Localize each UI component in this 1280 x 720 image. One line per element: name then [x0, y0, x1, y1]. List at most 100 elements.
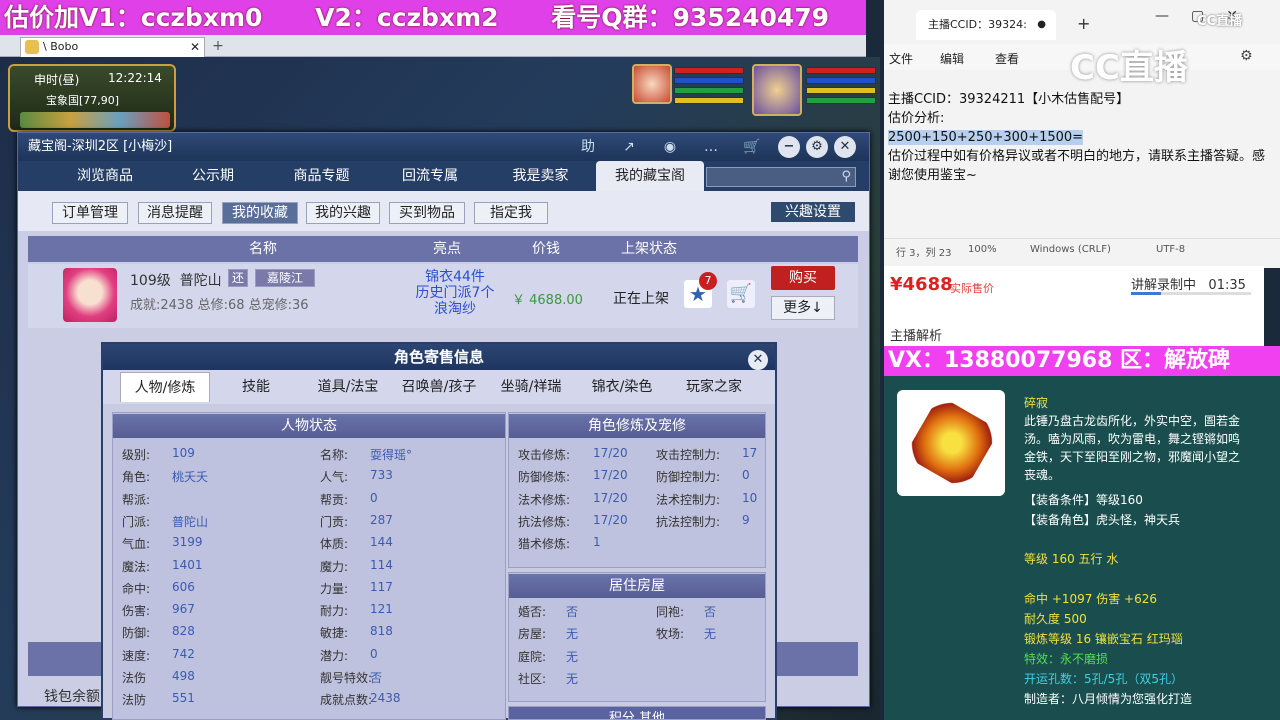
price: ￥ 4688.00: [512, 293, 583, 308]
stat-value: 3199: [172, 535, 203, 550]
stat-value: 109: [172, 446, 195, 460]
col-price: 价钱: [532, 241, 560, 257]
share-icon[interactable]: ↗: [617, 137, 641, 157]
stat-row: 法伤 498: [122, 669, 195, 686]
tab-return[interactable]: 回流专属: [384, 161, 476, 191]
stat-label: 攻击修炼:: [518, 448, 571, 462]
recording-progress: [1131, 292, 1251, 295]
player-portrait[interactable]: [752, 64, 802, 116]
stat-row: 体质: 144: [320, 535, 393, 552]
gear-icon[interactable]: ⚙: [1240, 48, 1253, 64]
close-icon[interactable]: ✕: [748, 350, 768, 370]
stat-row: 气血: 3199: [122, 535, 203, 552]
menu-file[interactable]: 文件: [889, 50, 913, 67]
minimize-icon[interactable]: −: [778, 136, 800, 158]
notepad-tab[interactable]: 主播CCID：39324: ●: [916, 10, 1056, 40]
tab-outfits[interactable]: 锦衣/染色: [580, 372, 664, 402]
stat-row: 防御: 828: [122, 624, 195, 641]
stat-row: 帮派:: [122, 491, 150, 508]
assigned-button[interactable]: 指定我: [474, 202, 548, 224]
close-icon[interactable]: ✕: [834, 136, 856, 158]
app-icon: [25, 40, 39, 54]
new-tab-button[interactable]: +: [1077, 14, 1090, 33]
tab-pets[interactable]: 召唤兽/孩子: [392, 372, 486, 402]
hud-shortcut-icons[interactable]: [20, 112, 170, 128]
help-icon[interactable]: 助: [576, 137, 600, 157]
cc-logo: CC直播: [1197, 14, 1243, 29]
highlights[interactable]: 锦衣44件 历史门派7个 浪淘纱: [400, 269, 510, 317]
purchased-button[interactable]: 买到物品: [389, 202, 465, 224]
analysis-label: 主播解析: [890, 329, 943, 344]
close-icon[interactable]: ✕: [190, 38, 200, 56]
stat-value: 17/20: [593, 490, 628, 505]
tab-mounts[interactable]: 坐骑/祥瑞: [490, 372, 572, 402]
favorites-button[interactable]: 我的收藏: [222, 202, 298, 224]
popup-title: 角色寄售信息: [103, 344, 775, 370]
stat-label: 防御控制力:: [656, 470, 721, 485]
buy-button[interactable]: 购买: [771, 266, 835, 290]
stat-label: 伤害:: [122, 604, 151, 619]
line-ending: Windows (CRLF): [1030, 244, 1111, 255]
tab-browse[interactable]: 浏览商品: [46, 161, 164, 191]
banner-item: 估价加V1：cczbxm0: [4, 3, 263, 32]
anger-bar: [674, 97, 744, 104]
new-tab-button[interactable]: +: [210, 38, 226, 54]
stat-row: 力量: 117: [320, 580, 393, 597]
interest-settings-button[interactable]: 兴趣设置: [771, 202, 855, 222]
browser-tab-title: \ Bobo: [43, 40, 79, 53]
menu-view[interactable]: 查看: [995, 50, 1019, 67]
stat-value: 967: [172, 602, 195, 617]
map-location: 宝象国[77,90]: [46, 94, 120, 107]
stat-label: 帮派:: [122, 492, 151, 507]
stat-row: 法防 551: [122, 691, 195, 708]
stat-value: 0: [370, 490, 378, 505]
messages-button[interactable]: 消息提醒: [138, 202, 212, 224]
stat-row: 名称: 耍得瑶°: [320, 446, 412, 463]
cart-icon[interactable]: 🛒: [727, 280, 755, 308]
search-input[interactable]: ⚲: [706, 167, 856, 187]
tab-seller[interactable]: 我是卖家: [493, 161, 588, 191]
tab-topics[interactable]: 商品专题: [274, 161, 369, 191]
stat-row: 牧场: 无: [656, 625, 716, 642]
zoom-level: 100%: [968, 244, 997, 255]
stat-value: 无: [566, 671, 579, 686]
stat-label: 体质:: [320, 537, 349, 552]
stat-row: 级别: 109: [122, 446, 195, 463]
pet-portrait[interactable]: [632, 64, 672, 104]
item-maker: 制造者：八月倾情为您强化打造: [1024, 692, 1193, 706]
search-icon[interactable]: ⚲: [841, 169, 851, 184]
record-icon[interactable]: ◉: [658, 137, 682, 157]
stat-row: 房屋: 无: [518, 625, 578, 642]
stat-row: 法术修炼: 17/20: [518, 491, 628, 508]
avatar[interactable]: [63, 268, 117, 322]
interests-button[interactable]: 我的兴趣: [306, 202, 380, 224]
game-clock: 12:22:14: [108, 71, 162, 85]
tab-character[interactable]: 人物/修炼: [120, 372, 210, 402]
stat-row: 魔力: 114: [320, 558, 393, 575]
menu-edit[interactable]: 编辑: [940, 50, 964, 67]
stat-value: 普陀山: [172, 514, 209, 529]
tab-public[interactable]: 公示期: [168, 161, 258, 191]
stat-value: 17: [742, 446, 758, 460]
tab-my-cbg[interactable]: 我的藏宝阁: [596, 161, 704, 191]
tab-home[interactable]: 玩家之家: [670, 372, 758, 402]
stat-label: 婚否:: [518, 605, 547, 619]
wallet-label: 钱包余额: [44, 689, 100, 705]
tab-skills[interactable]: 技能: [218, 372, 294, 402]
stat-value: 17/20: [593, 468, 628, 483]
stat-value: 287: [370, 512, 393, 527]
chat-icon[interactable]: …: [699, 137, 723, 157]
browser-tab[interactable]: \ Bobo ✕: [20, 37, 205, 57]
window-title: 藏宝阁-深圳2区 [小梅沙]: [28, 139, 173, 154]
settings-icon[interactable]: ⚙: [806, 136, 828, 158]
tab-items[interactable]: 道具/法宝: [304, 372, 392, 402]
cart-icon[interactable]: 🛒: [740, 137, 764, 157]
hp-bar: [674, 67, 744, 74]
stat-label: 猎术修炼:: [518, 537, 571, 552]
more-button[interactable]: 更多↓: [771, 296, 835, 320]
notepad-text[interactable]: 主播CCID：39324211【小木估售配号】 估价分析: 2500+150+2…: [888, 90, 1268, 185]
orders-button[interactable]: 订单管理: [52, 202, 128, 224]
item-stats: 命中 +1097 伤害 +626: [1024, 592, 1157, 606]
stat-value: 742: [172, 646, 195, 661]
recording-label: 讲解录制中: [1131, 278, 1197, 293]
